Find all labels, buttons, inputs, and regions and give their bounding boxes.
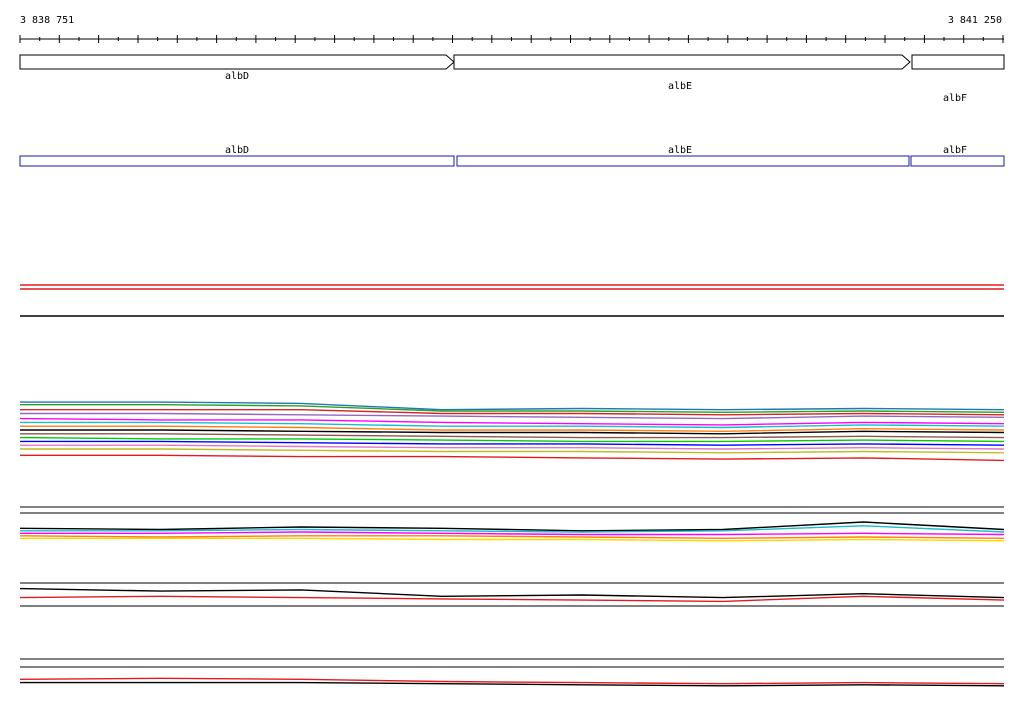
series-line — [20, 531, 1005, 536]
genome-browser: 3 838 751 3 841 250 albD albE albF albD … — [19, 15, 1005, 687]
gene-arrow-track: albD albE albF — [19, 54, 1005, 104]
series-line — [20, 433, 1005, 439]
gene-box-label-albD: albD — [225, 145, 249, 156]
gene-box-albF[interactable] — [910, 155, 1005, 167]
gene-label-albE: albE — [668, 81, 692, 92]
track-red-black-pair-2 — [19, 658, 1005, 687]
gene-box-track: albD albE albF — [19, 145, 1005, 167]
gene-box-label-albE: albE — [668, 145, 692, 156]
gene-box-albE[interactable] — [456, 155, 910, 167]
gene-label-albD: albD — [225, 71, 249, 82]
track-red-black-pair-1 — [19, 582, 1005, 607]
coord-start-label: 3 838 751 — [20, 15, 74, 26]
track-reference-red-pair — [20, 284, 1004, 290]
track-multi-condition-expression — [19, 401, 1005, 462]
series-line — [19, 595, 1005, 603]
gene-box-albD[interactable] — [19, 155, 455, 167]
series-line — [19, 417, 1005, 426]
series-line — [20, 412, 1005, 420]
gene-arrow-albF[interactable] — [911, 54, 1005, 70]
series-line — [20, 448, 1005, 454]
gene-label-albF: albF — [943, 93, 967, 104]
gene-arrow-albD[interactable] — [19, 54, 455, 70]
gene-arrow-albE[interactable] — [453, 54, 911, 70]
gene-box-label-albF: albF — [943, 145, 967, 156]
series-line — [20, 401, 1005, 411]
series-line — [20, 537, 1005, 542]
series-line — [20, 454, 1005, 462]
track-condition-set-2 — [19, 506, 1005, 542]
coordinate-ruler: 3 838 751 3 841 250 — [19, 15, 1004, 43]
expression-tracks — [19, 284, 1005, 687]
coord-end-label: 3 841 250 — [948, 15, 1002, 26]
